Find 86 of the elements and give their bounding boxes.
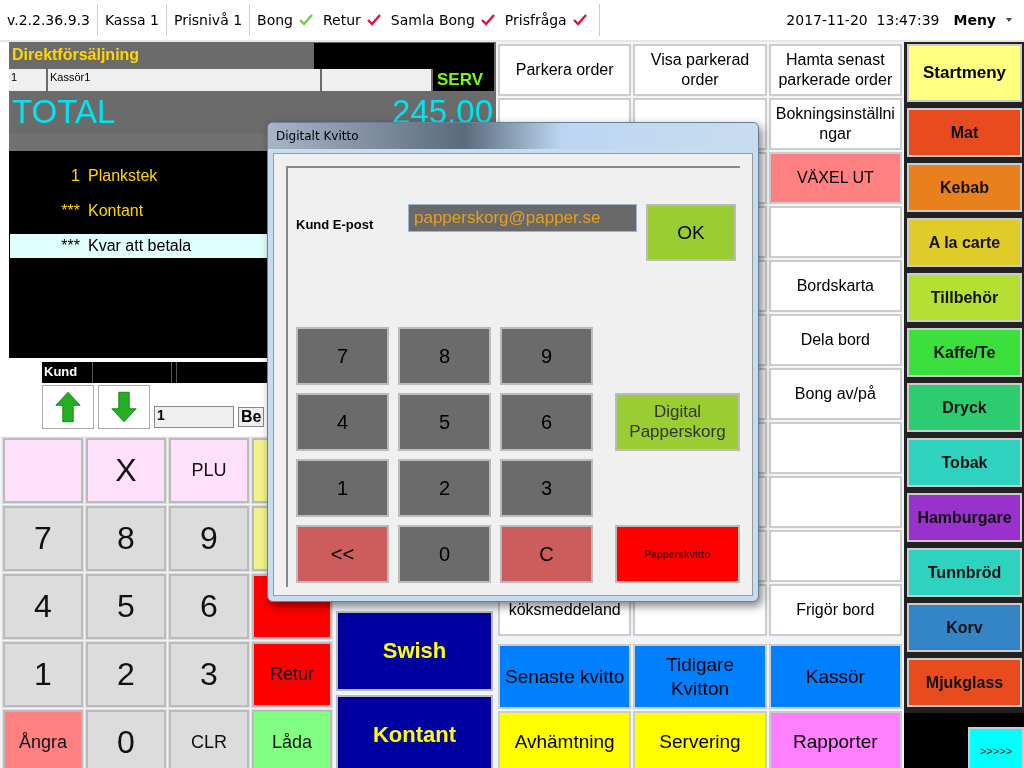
checkmark-icon[interactable] (298, 13, 314, 27)
total-label: TOTAL (12, 93, 116, 131)
keypad-button[interactable]: Retur (252, 642, 332, 707)
category-button[interactable]: Dryck (907, 383, 1022, 432)
register-label: Kassa 1 (97, 4, 167, 36)
cashier-cell: Kassör1 (48, 69, 320, 91)
ok-button[interactable]: OK (646, 204, 736, 261)
order-title: Direktförsäljning (11, 45, 141, 65)
menu-button[interactable]: Meny (947, 12, 1002, 28)
keypad-button[interactable]: 5 (86, 574, 166, 639)
category-button[interactable]: Tobak (907, 438, 1022, 487)
digit-button[interactable]: 6 (500, 393, 593, 451)
keypad-button[interactable]: 6 (169, 574, 249, 639)
digit-button[interactable]: 4 (296, 393, 389, 451)
function-button[interactable]: Bong av/på (768, 368, 902, 420)
field-label: Be (238, 407, 265, 427)
keypad-button[interactable]: 3 (169, 642, 249, 707)
erase-button[interactable]: C (500, 525, 593, 583)
category-button[interactable]: Tunnbröd (907, 548, 1022, 597)
toggle-label: Prisfråga (504, 11, 567, 30)
keypad-button[interactable]: 0 (86, 710, 166, 768)
price-level-label: Prisnivå 1 (166, 4, 251, 36)
erase-button[interactable]: << (296, 525, 389, 583)
mode-label: SERV (433, 69, 494, 91)
function-button[interactable]: Senaste kvitto (498, 644, 632, 709)
up-arrow-button[interactable] (42, 385, 94, 429)
category-button[interactable]: Mjukglass (907, 658, 1022, 707)
keypad-button[interactable]: Låda (252, 710, 332, 768)
caret-icon[interactable] (1006, 18, 1012, 22)
function-button[interactable]: Bordskarta (768, 260, 902, 312)
checkmark-icon[interactable] (365, 13, 382, 27)
quantity-field[interactable]: 1 (154, 406, 234, 428)
payment-button[interactable]: Swish (336, 611, 493, 691)
digit-button[interactable]: 3 (500, 459, 593, 517)
keypad-button[interactable]: X (86, 438, 166, 503)
category-button[interactable]: Tillbehör (907, 273, 1022, 322)
email-label: Kund E-post (296, 217, 375, 232)
digit-button[interactable]: 5 (398, 393, 491, 451)
keypad-button[interactable]: 9 (169, 506, 249, 571)
digit-button[interactable]: 8 (398, 327, 491, 385)
function-button[interactable]: VÄXEL UT (768, 152, 902, 204)
down-arrow-icon (111, 390, 137, 424)
keypad-button[interactable]: 8 (86, 506, 166, 571)
keypad-button[interactable]: 7 (3, 506, 83, 571)
function-button[interactable]: Servering (633, 711, 767, 768)
digit-button[interactable]: 2 (398, 459, 491, 517)
payment-button[interactable]: Kontant (336, 695, 493, 768)
function-button[interactable]: Avhämtning (498, 711, 632, 768)
keypad-button[interactable]: 2 (86, 642, 166, 707)
up-arrow-icon (55, 390, 81, 424)
version-label: v.2.2.36.9.3 (0, 4, 98, 36)
function-button[interactable]: Visa parkerad order (633, 44, 767, 96)
start-menu-button[interactable]: Startmeny (907, 44, 1022, 102)
digit-button[interactable]: 0 (398, 525, 491, 583)
function-button[interactable]: Bokningsinställningar (768, 98, 902, 150)
toggle-label: Samla Bong (390, 11, 475, 30)
category-button[interactable]: Kebab (907, 163, 1022, 212)
category-button[interactable]: Mat (907, 108, 1022, 157)
digit-button[interactable]: 7 (296, 327, 389, 385)
keypad-button[interactable]: 1 (3, 642, 83, 707)
keypad-button[interactable]: Ångra (3, 710, 83, 768)
function-button[interactable]: Rapporter (768, 711, 902, 768)
category-button[interactable]: A la carte (907, 218, 1022, 267)
keypad-button[interactable]: 4 (3, 574, 83, 639)
checkmark-icon[interactable] (479, 13, 496, 27)
category-button[interactable]: Kaffe/Te (907, 328, 1022, 377)
dialog-title: Digitalt Kvitto (268, 123, 758, 149)
next-page-button[interactable]: >>>>> (968, 727, 1024, 768)
date-time: 2017-11-20 13:47:39 (786, 12, 940, 28)
toggle-label: Retur (323, 11, 361, 30)
digital-receipt-button[interactable]: Digital Papperskorg (615, 393, 740, 451)
down-arrow-button[interactable] (98, 385, 150, 429)
digit-button[interactable]: 1 (296, 459, 389, 517)
digit-button[interactable]: 9 (500, 327, 593, 385)
table-number-cell: 1 (9, 69, 46, 91)
category-button[interactable]: Korv (907, 603, 1022, 652)
function-button[interactable]: Kassör (768, 644, 902, 709)
function-button[interactable]: Parkera order (498, 44, 632, 96)
checkmark-icon[interactable] (571, 13, 588, 27)
keypad-button[interactable]: CLR (169, 710, 249, 768)
function-button[interactable]: Hamta senast parkerade order (768, 44, 902, 96)
function-button[interactable]: Frigör bord (768, 584, 902, 636)
toggle-label: Bong (257, 11, 293, 30)
function-button[interactable]: Tidigare Kvitton (633, 644, 767, 709)
keypad-button[interactable]: PLU (169, 438, 249, 503)
function-button[interactable]: Dela bord (768, 314, 902, 366)
